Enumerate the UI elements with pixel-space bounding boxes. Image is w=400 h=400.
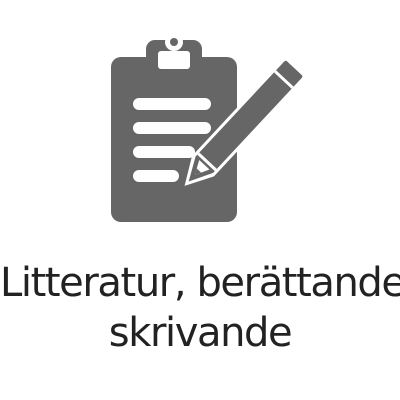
text-line-4: [133, 170, 179, 182]
text-line-2: [133, 122, 211, 134]
text-line-3: [133, 146, 195, 158]
text-line-1: [133, 98, 211, 110]
clipboard-pen-icon: [111, 33, 308, 222]
subject-label: Litteratur, berättande, skrivande: [0, 258, 400, 358]
clipboard-clip-ring-inner: [170, 38, 178, 46]
subject-label-line-2: skrivande: [108, 310, 293, 356]
clipboard-clip-window: [158, 51, 190, 69]
subject-tile[interactable]: Litteratur, berättande, skrivande: [0, 0, 400, 400]
subject-label-line-1: Litteratur, berättande,: [0, 260, 400, 306]
